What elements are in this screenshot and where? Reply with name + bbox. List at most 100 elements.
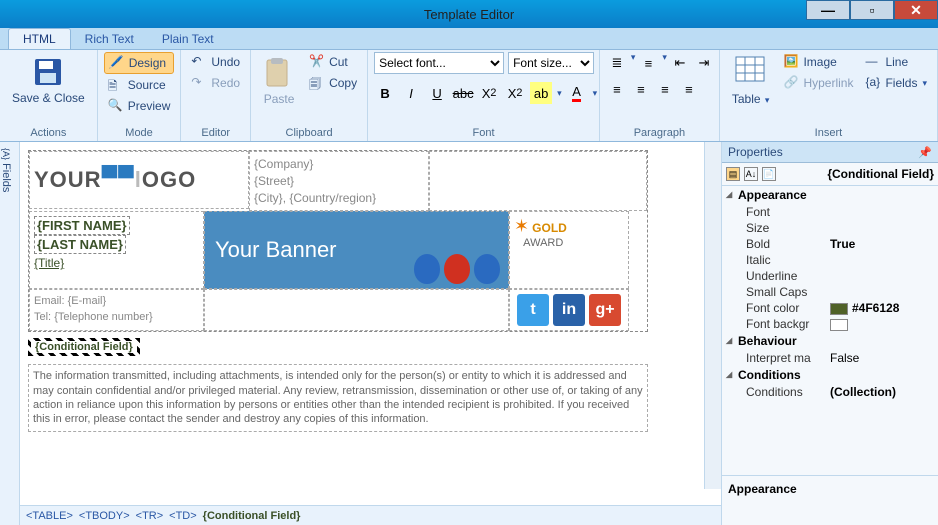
city-field[interactable]: {City} <box>254 191 283 205</box>
tab-richtext[interactable]: Rich Text <box>71 29 148 49</box>
spacer-cell[interactable] <box>204 289 509 331</box>
prop-underline[interactable]: Underline <box>746 269 830 283</box>
country-field[interactable]: {Country/region} <box>289 191 376 205</box>
insert-fields-button[interactable]: {a} Fields ▾ <box>861 73 931 93</box>
contact-cell[interactable]: Email: {E-mail} Tel: {Telephone number} <box>29 289 204 331</box>
template-table[interactable]: YOUR▀▀lOGO {Company} {Street} {City}, {C… <box>28 150 648 332</box>
name-cell[interactable]: {FIRST NAME} {LAST NAME} {Title} <box>29 211 204 289</box>
prop-size[interactable]: Size <box>746 221 830 235</box>
breadcrumb-table[interactable]: <TABLE> <box>26 510 73 522</box>
tab-html[interactable]: HTML <box>8 28 71 49</box>
category-behaviour[interactable]: Behaviour <box>722 332 938 350</box>
cut-button[interactable]: ✂️ Cut <box>305 52 361 72</box>
title-field[interactable]: {Title} <box>34 256 64 270</box>
breadcrumb-tbody[interactable]: <TBODY> <box>79 510 130 522</box>
copy-button[interactable]: 🗐 Copy <box>305 73 361 93</box>
redo-button[interactable]: ↷ Redo <box>187 73 244 93</box>
prop-bold[interactable]: Bold <box>746 237 830 251</box>
outdent-button[interactable]: ⇤ <box>669 52 691 74</box>
twitter-icon[interactable]: t <box>517 294 549 326</box>
font-family-select[interactable]: Select font... <box>374 52 504 74</box>
property-pages-button[interactable]: 📄 <box>762 167 776 181</box>
insert-hyperlink-button[interactable]: 🔗 Hyperlink <box>779 73 857 93</box>
properties-grid[interactable]: Appearance Font Size BoldTrue Italic Und… <box>722 186 938 475</box>
firstname-field[interactable]: {FIRST NAME} <box>34 216 130 235</box>
breadcrumb-tr[interactable]: <TR> <box>136 510 164 522</box>
prop-bold-value[interactable]: True <box>830 237 938 251</box>
conditional-field-selected[interactable]: {Conditional Field} <box>28 338 140 356</box>
fields-sidebar-tab[interactable]: {A} Fields <box>0 142 20 525</box>
pin-icon[interactable]: 📌 <box>918 146 932 159</box>
prop-interpret[interactable]: Interpret ma <box>746 351 830 365</box>
prop-fontcolor[interactable]: Font color <box>746 301 830 315</box>
subscript-button[interactable]: X2 <box>478 82 500 104</box>
prop-fontbg[interactable]: Font backgr <box>746 317 830 331</box>
company-field[interactable]: {Company} <box>254 156 424 173</box>
empty-cell[interactable] <box>429 151 647 211</box>
alphabetical-view-button[interactable]: A↓ <box>744 167 758 181</box>
insert-line-button[interactable]: — Line <box>861 52 931 72</box>
banner-graphic-icon <box>414 254 440 284</box>
highlight-button[interactable]: ab <box>530 82 552 104</box>
align-left-button[interactable]: ≡ <box>606 78 628 100</box>
close-button[interactable]: ✕ <box>894 0 938 20</box>
properties-toolbar: ▤ A↓ 📄 {Conditional Field} <box>722 163 938 186</box>
prop-smallcaps[interactable]: Small Caps <box>746 285 830 299</box>
insert-table-button[interactable]: Table ▾ <box>726 52 776 110</box>
save-close-button[interactable]: Save & Close <box>6 52 91 109</box>
source-mode-button[interactable]: 🗎 Source <box>104 75 175 95</box>
italic-button[interactable]: I <box>400 82 422 104</box>
align-right-button[interactable]: ≡ <box>654 78 676 100</box>
paste-button[interactable]: Paste <box>257 52 301 110</box>
prop-conditions-value[interactable]: (Collection) <box>830 385 938 399</box>
category-appearance[interactable]: Appearance <box>722 186 938 204</box>
preview-mode-button[interactable]: 🔍 Preview <box>104 96 175 116</box>
insert-image-button[interactable]: 🖼️ Image <box>779 52 857 72</box>
googleplus-icon[interactable]: g+ <box>589 294 621 326</box>
prop-conditions[interactable]: Conditions <box>746 385 830 399</box>
logo-cell[interactable]: YOUR▀▀lOGO <box>29 151 249 209</box>
email-field[interactable]: {E-mail} <box>68 295 107 307</box>
font-size-select[interactable]: Font size... <box>508 52 594 74</box>
linkedin-icon[interactable]: in <box>553 294 585 326</box>
address-cell[interactable]: {Company} {Street} {City}, {Country/regi… <box>249 151 429 211</box>
minimize-button[interactable]: — <box>806 0 850 20</box>
undo-button[interactable]: ↶ Undo <box>187 52 244 72</box>
prop-interpret-value[interactable]: False <box>830 351 938 365</box>
align-center-button[interactable]: ≡ <box>630 78 652 100</box>
banner-cell[interactable]: Your Banner <box>204 211 509 289</box>
award-cell[interactable]: ✶ GOLD AWARD <box>509 211 629 289</box>
award-text: AWARD <box>523 237 563 249</box>
highlight-dropdown[interactable]: ▾ <box>557 88 562 99</box>
telephone-field[interactable]: {Telephone number} <box>54 311 152 323</box>
breadcrumb-selection[interactable]: {Conditional Field} <box>203 510 301 522</box>
tab-plaintext[interactable]: Plain Text <box>148 29 228 49</box>
bullets-dropdown[interactable]: ▾ <box>631 52 636 74</box>
strike-button[interactable]: abc <box>452 82 474 104</box>
maximize-button[interactable]: ▫ <box>850 0 894 20</box>
vertical-scrollbar[interactable] <box>704 142 721 489</box>
street-field[interactable]: {Street} <box>254 173 424 190</box>
align-justify-button[interactable]: ≡ <box>678 78 700 100</box>
properties-header[interactable]: Properties 📌 <box>722 142 938 163</box>
bullets-button[interactable]: ≣ <box>606 52 628 74</box>
lastname-field[interactable]: {LAST NAME} <box>34 235 126 254</box>
bold-button[interactable]: B <box>374 82 396 104</box>
disclaimer-text[interactable]: The information transmitted, including a… <box>28 364 648 431</box>
underline-button[interactable]: U <box>426 82 448 104</box>
indent-button[interactable]: ⇥ <box>693 52 715 74</box>
fields-icon: {a} <box>865 75 881 91</box>
breadcrumb-td[interactable]: <TD> <box>169 510 197 522</box>
social-cell[interactable]: t in g+ <box>509 289 629 331</box>
category-conditions[interactable]: Conditions <box>722 366 938 384</box>
font-color-dropdown[interactable]: ▾ <box>593 88 598 99</box>
font-color-button[interactable]: A <box>566 82 588 104</box>
numbering-dropdown[interactable]: ▾ <box>662 52 667 74</box>
superscript-button[interactable]: X2 <box>504 82 526 104</box>
prop-italic[interactable]: Italic <box>746 253 830 267</box>
categorized-view-button[interactable]: ▤ <box>726 167 740 181</box>
numbering-button[interactable]: ≡ <box>637 52 659 74</box>
design-mode-button[interactable]: 🖊️ Design <box>104 52 175 74</box>
prop-font[interactable]: Font <box>746 205 830 219</box>
design-canvas[interactable]: YOUR▀▀lOGO {Company} {Street} {City}, {C… <box>20 142 721 505</box>
